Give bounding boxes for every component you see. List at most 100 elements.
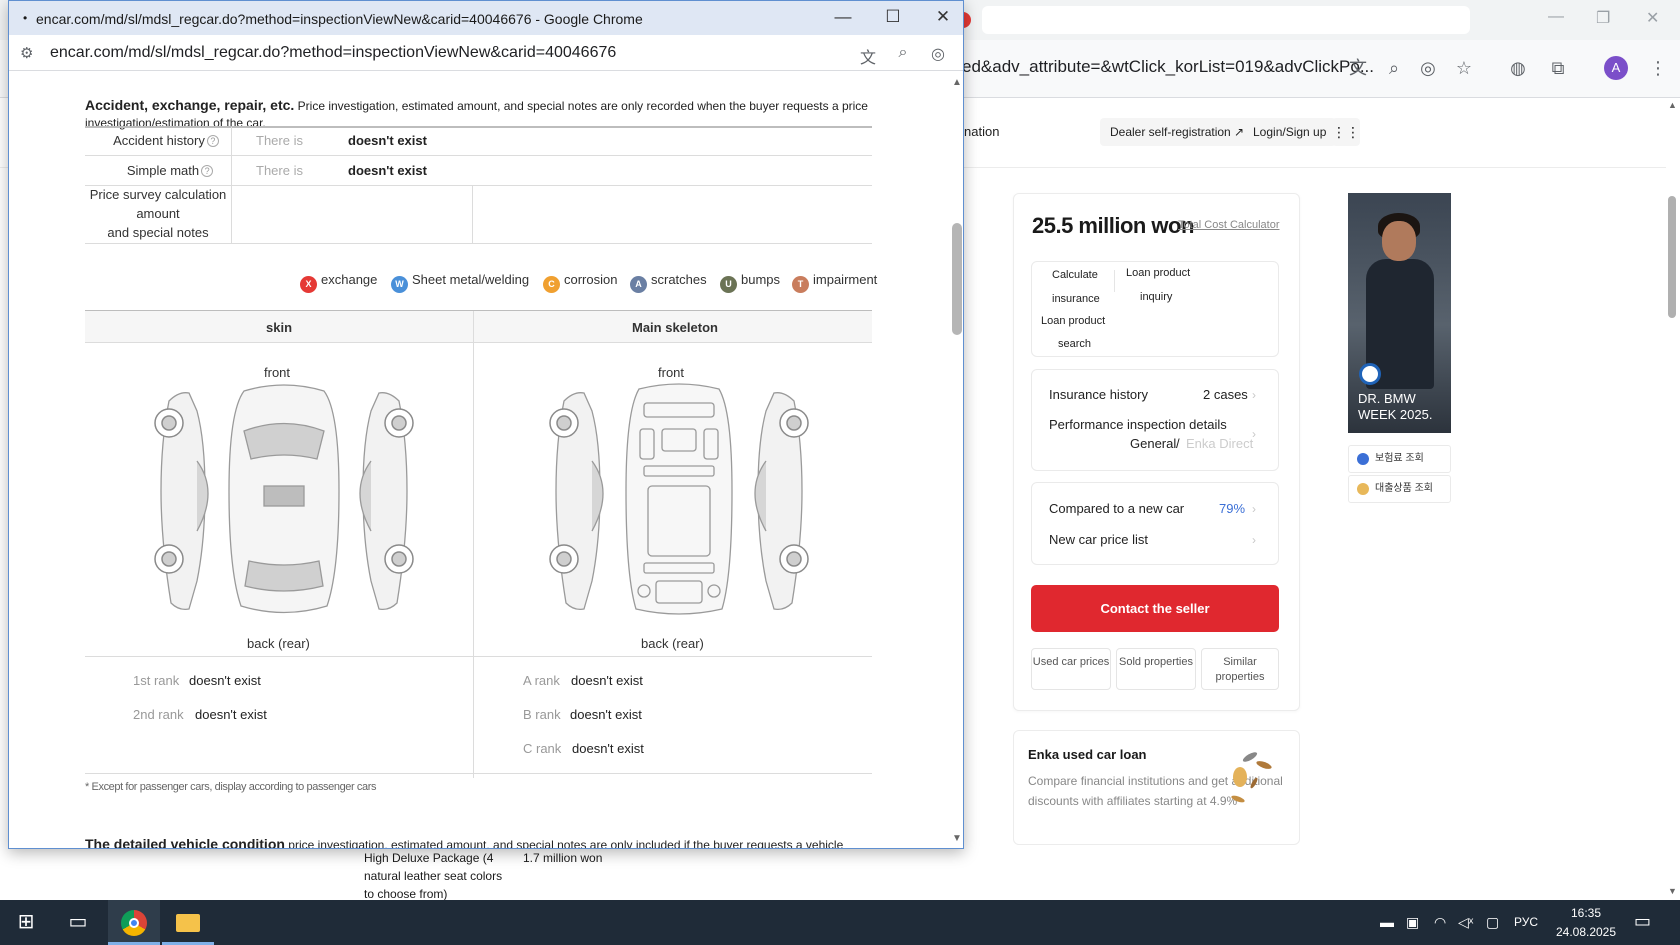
notifications-icon[interactable]: ▭ <box>1634 911 1651 932</box>
chevron-right-icon[interactable]: › <box>1252 388 1256 402</box>
price-amount: 25.5 million won <box>1032 213 1194 238</box>
sold-properties-button[interactable]: Sold properties <box>1116 648 1196 690</box>
insurance-history-label[interactable]: Insurance history <box>1049 387 1148 402</box>
chevron-right-icon[interactable]: › <box>1252 502 1256 516</box>
close-icon[interactable]: ✕ <box>1646 8 1659 28</box>
volume-muted-icon[interactable]: ◁ˣ <box>1458 914 1473 931</box>
loan-product-overlap-label[interactable]: Loan product <box>1041 315 1105 327</box>
package-price: 1.7 million won <box>523 851 603 865</box>
legend-scratches: Ascratches <box>630 272 707 293</box>
chevron-right-icon[interactable]: › <box>1252 427 1256 441</box>
performance-inspection-label[interactable]: Performance inspection details <box>1049 417 1227 432</box>
minimize-icon[interactable]: — <box>1548 8 1564 26</box>
popup-minimize-icon[interactable]: — <box>831 7 855 27</box>
menu-kebab-icon[interactable]: ⋮ <box>1646 56 1670 80</box>
login-signup-button[interactable]: Login/Sign up <box>1243 118 1337 146</box>
compared-new-car-label[interactable]: Compared to a new car <box>1049 501 1184 516</box>
chrome-taskbar-icon[interactable] <box>108 900 160 945</box>
price-survey-line3: and special notes <box>107 225 209 240</box>
total-cost-calculator-link[interactable]: Total Cost Calculator <box>1178 219 1280 231</box>
zoom-icon[interactable]: ⌕ <box>892 44 914 64</box>
chevron-right-icon[interactable]: › <box>1252 533 1256 547</box>
globe-icon[interactable]: ◍ <box>1506 56 1530 80</box>
loan-inquiry-label: 대출상품 조회 <box>1375 483 1433 494</box>
zoom-icon[interactable]: ⌕ <box>1382 56 1406 80</box>
rank-1st-label: 1st rank <box>133 673 180 688</box>
calc-insurance-label-2[interactable]: insurance <box>1052 293 1100 305</box>
new-car-price-list-label[interactable]: New car price list <box>1049 532 1148 547</box>
mini-divider <box>1114 270 1115 292</box>
site-settings-icon[interactable]: ⚙ <box>20 44 33 62</box>
popup-titlebar[interactable]: • encar.com/md/sl/mdsl_regcar.do?method=… <box>9 1 963 35</box>
file-explorer-icon[interactable] <box>162 900 214 945</box>
scroll-down-arrow-icon[interactable]: ▼ <box>1668 886 1677 896</box>
popup-url-text[interactable]: encar.com/md/sl/mdsl_regcar.do?method=in… <box>50 44 616 62</box>
restore-icon[interactable]: ❐ <box>1596 8 1610 28</box>
wifi-icon[interactable]: ◠ <box>1434 914 1446 931</box>
profile-avatar[interactable]: A <box>1604 56 1628 80</box>
popup-maximize-icon[interactable]: ☐ <box>881 7 905 27</box>
insurance-history-value[interactable]: 2 cases <box>1203 387 1248 402</box>
app-tray-icon[interactable]: ▣ <box>1406 914 1419 931</box>
popup-scroll-down-icon[interactable]: ▼ <box>952 833 962 844</box>
bmw-logo-icon <box>1359 363 1381 385</box>
translate-icon[interactable]: 文 <box>857 44 879 67</box>
advert-head-shape <box>1382 221 1416 261</box>
battery-icon[interactable]: ▬ <box>1380 914 1394 930</box>
table-row-divider <box>85 155 872 156</box>
calc-insurance-label-1[interactable]: Calculate <box>1052 269 1098 281</box>
similar-properties-button[interactable]: Similar properties <box>1201 648 1279 690</box>
insurance-inquiry-link[interactable]: 보험료 조회 <box>1348 445 1451 473</box>
used-car-prices-button[interactable]: Used car prices <box>1031 648 1111 690</box>
popup-address-bar[interactable]: ⚙ encar.com/md/sl/mdsl_regcar.do?method=… <box>9 35 963 71</box>
loan-product-label[interactable]: Loan product <box>1126 267 1190 279</box>
help-icon[interactable]: ? <box>201 165 214 177</box>
extensions-icon[interactable]: ⧉ <box>1546 56 1570 80</box>
background-tab[interactable] <box>982 6 1470 34</box>
car-skin-diagram[interactable] <box>149 381 419 621</box>
eye-off-icon[interactable]: ◎ <box>927 44 949 64</box>
performance-separator: / <box>1176 436 1180 451</box>
loan-inquiry-link[interactable]: 대출상품 조회 <box>1348 475 1451 503</box>
performance-general-label[interactable]: General <box>1130 436 1176 451</box>
background-url-text[interactable]: ed&adv_attribute=&wtClick_korList=019&ad… <box>962 57 1374 77</box>
price-survey-label: Price survey calculation amount and spec… <box>85 185 231 242</box>
skeleton-back-label: back (rear) <box>641 636 704 651</box>
performance-direct-label[interactable]: Enka Direct <box>1186 436 1253 451</box>
dealer-registration-button[interactable]: Dealer self-registration ↗ <box>1100 118 1255 146</box>
legend-impairment: Timpairment <box>792 272 877 293</box>
loan-title[interactable]: Enka used car loan <box>1028 747 1147 762</box>
help-icon[interactable]: ? <box>206 135 219 147</box>
eye-off-icon[interactable]: ◎ <box>1416 56 1440 80</box>
accident-history-value: doesn't exist <box>348 133 427 148</box>
popup-close-icon[interactable]: ✕ <box>931 7 955 27</box>
language-indicator[interactable]: РУС <box>1514 915 1538 929</box>
shield-icon <box>1357 453 1369 465</box>
nav-partial[interactable]: nation <box>964 124 999 139</box>
start-windows-icon[interactable]: ⊞ <box>0 900 52 945</box>
legend-bumps: Ubumps <box>720 272 780 293</box>
popup-scrollbar[interactable] <box>949 71 963 848</box>
translate-icon[interactable]: 文 <box>1346 56 1370 80</box>
apps-grid-icon[interactable]: ⋮⋮ <box>1332 118 1360 146</box>
compared-new-car-value: 79% <box>1219 501 1246 516</box>
contact-seller-button[interactable]: Contact the seller <box>1031 585 1279 632</box>
scroll-up-arrow-icon[interactable]: ▲ <box>1668 100 1677 110</box>
inquiry-label[interactable]: inquiry <box>1140 291 1172 303</box>
popup-title-text: encar.com/md/sl/mdsl_regcar.do?method=in… <box>36 11 643 27</box>
popup-browser-window: • encar.com/md/sl/mdsl_regcar.do?method=… <box>8 0 964 849</box>
bmw-advert[interactable]: DR. BMW WEEK 2025. <box>1348 193 1451 433</box>
table-row-divider <box>85 243 872 244</box>
accident-history-text: Accident history <box>113 133 205 148</box>
popup-scrollbar-thumb[interactable] <box>952 223 962 335</box>
passenger-car-footnote: * Except for passenger cars, display acc… <box>85 781 377 793</box>
popup-scroll-up-icon[interactable]: ▲ <box>952 77 962 88</box>
clock[interactable]: 16:35 24.08.2025 <box>1546 904 1626 942</box>
advert-text-line2: WEEK 2025. <box>1358 407 1433 422</box>
page-scrollbar-thumb[interactable] <box>1668 196 1676 318</box>
network-icon[interactable]: ▢ <box>1486 914 1499 931</box>
task-view-icon[interactable]: ▭ <box>52 900 104 945</box>
car-skeleton-diagram[interactable] <box>544 381 814 621</box>
search-label[interactable]: search <box>1058 338 1091 350</box>
star-icon[interactable]: ☆ <box>1452 56 1476 80</box>
